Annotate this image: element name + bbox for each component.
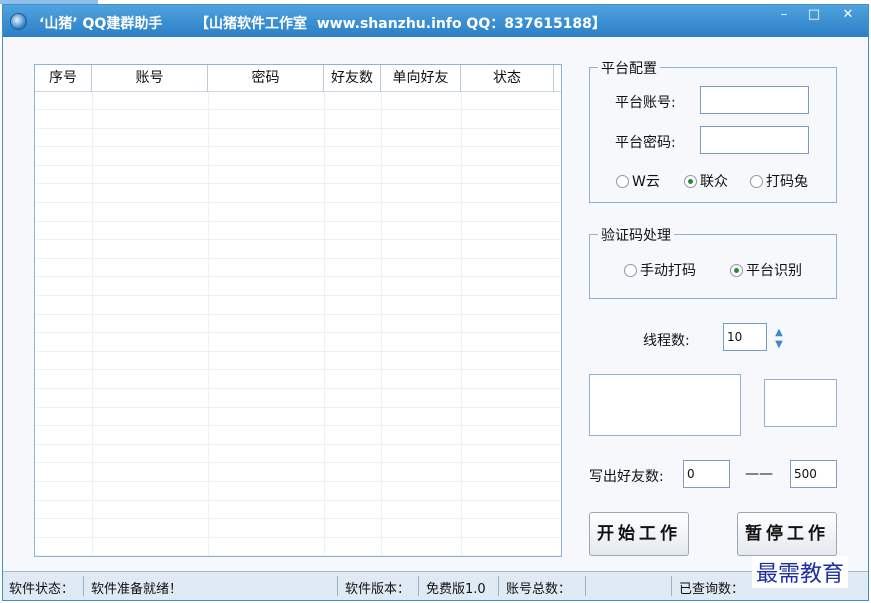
range-dash: —— — [745, 466, 773, 482]
account-total-label: 账号总数： — [506, 582, 572, 597]
table-row[interactable] — [35, 204, 561, 222]
column-header-account[interactable]: 账号 — [92, 65, 208, 92]
table-row[interactable] — [35, 483, 561, 501]
table-row[interactable] — [35, 501, 561, 520]
friends-max-input[interactable]: 500 — [790, 460, 837, 488]
app-logo-icon — [10, 13, 27, 30]
title-bar[interactable]: ‘山猪’ QQ建群助手 【山猪软件工作室 www.shanzhu.info QQ… — [3, 5, 868, 37]
radio-wyun-label: W云 — [632, 174, 660, 190]
table-row[interactable] — [35, 538, 561, 557]
table-row[interactable] — [35, 390, 561, 408]
minimize-button[interactable]: – — [771, 7, 797, 25]
chevron-down-icon[interactable]: ▼ — [771, 339, 787, 351]
window-title-info: 【山猪软件工作室 www.shanzhu.info QQ：837615188】 — [195, 16, 606, 32]
table-row[interactable] — [35, 185, 561, 203]
grid-line — [381, 92, 382, 556]
radio-platform-captcha-label: 平台识别 — [746, 263, 802, 279]
radio-icon — [616, 175, 629, 188]
status-separator — [671, 576, 672, 596]
table-row[interactable] — [35, 259, 561, 278]
table-row[interactable] — [35, 464, 561, 482]
platform-password-label: 平台密码: — [615, 135, 676, 151]
radio-manual-captcha[interactable]: 手动打码 — [624, 260, 696, 280]
table-row[interactable] — [35, 371, 561, 389]
version-value: 免费版1.0 — [426, 582, 486, 597]
platform-password-input[interactable] — [700, 126, 809, 154]
platform-account-label: 平台账号: — [615, 95, 676, 111]
pause-work-button[interactable]: 暂停工作 — [737, 512, 837, 556]
status-separator — [585, 576, 586, 596]
thread-count-label: 线程数: — [643, 333, 690, 349]
status-separator — [498, 576, 499, 596]
table-row[interactable] — [35, 334, 561, 352]
column-header-friend-count[interactable]: 好友数 — [324, 65, 381, 92]
status-separator — [83, 576, 84, 596]
column-header-status[interactable]: 状态 — [461, 65, 554, 92]
column-header-index[interactable]: 序号 — [35, 65, 92, 92]
friends-min-input[interactable]: 0 — [683, 460, 730, 488]
version-label: 软件版本： — [345, 582, 411, 597]
table-row[interactable] — [35, 445, 561, 464]
table-row[interactable] — [35, 92, 561, 110]
grid-line — [324, 92, 325, 556]
thread-count-spinner[interactable]: ▲ ▼ — [771, 327, 787, 353]
account-table[interactable]: 序号 账号 密码 好友数 单向好友 状态 — [34, 64, 562, 557]
captcha-group-title: 验证码处理 — [598, 225, 674, 245]
captcha-image-box — [589, 374, 741, 436]
grid-line — [208, 92, 209, 556]
table-row[interactable] — [35, 278, 561, 296]
friends-output-label: 写出好友数: — [589, 469, 664, 485]
radio-damatu[interactable]: 打码兔 — [750, 171, 808, 191]
radio-manual-captcha-label: 手动打码 — [640, 263, 696, 279]
platform-config-group: 平台配置 平台账号: 平台密码: W云 联众 打码兔 — [589, 58, 837, 203]
maximize-button[interactable]: □ — [801, 7, 827, 25]
radio-lianzhong-label: 联众 — [700, 174, 728, 190]
queried-count-label: 已查询数： — [679, 582, 745, 597]
table-row[interactable] — [35, 352, 561, 371]
radio-selected-icon — [684, 175, 697, 188]
column-header-password[interactable]: 密码 — [208, 65, 324, 92]
table-row[interactable] — [35, 111, 561, 129]
close-button[interactable]: ✕ — [835, 7, 861, 25]
table-row[interactable] — [35, 520, 561, 538]
table-row[interactable] — [35, 408, 561, 427]
radio-wyun[interactable]: W云 — [616, 171, 660, 191]
table-row[interactable] — [35, 148, 561, 166]
grid-line — [461, 92, 462, 556]
watermark-text: 最需教育 — [752, 556, 849, 588]
status-separator — [418, 576, 419, 596]
table-row[interactable] — [35, 297, 561, 315]
table-header: 序号 账号 密码 好友数 单向好友 状态 — [35, 65, 561, 92]
radio-selected-icon — [730, 264, 743, 277]
radio-icon — [624, 264, 637, 277]
chevron-up-icon[interactable]: ▲ — [771, 327, 787, 339]
radio-platform-captcha[interactable]: 平台识别 — [730, 260, 802, 280]
table-row[interactable] — [35, 222, 561, 241]
captcha-group: 验证码处理 手动打码 平台识别 — [589, 225, 837, 299]
start-work-button[interactable]: 开始工作 — [589, 512, 689, 556]
grid-line — [92, 92, 93, 556]
platform-account-input[interactable] — [700, 86, 809, 114]
status-value: 软件准备就绪！ — [91, 582, 183, 597]
table-row[interactable] — [35, 241, 561, 259]
table-row[interactable] — [35, 129, 561, 148]
table-row[interactable] — [35, 427, 561, 445]
radio-icon — [750, 175, 763, 188]
status-bar: 软件状态： 软件准备就绪！ 软件版本： 免费版1.0 账号总数： 已查询数： — [3, 571, 868, 600]
captcha-answer-input[interactable] — [764, 379, 837, 427]
radio-damatu-label: 打码兔 — [766, 174, 808, 190]
table-row[interactable] — [35, 315, 561, 334]
window-title: ‘山猪’ QQ建群助手 — [39, 16, 163, 32]
platform-config-title: 平台配置 — [598, 58, 660, 78]
column-header-one-way-friends[interactable]: 单向好友 — [381, 65, 461, 92]
status-label: 软件状态： — [9, 582, 75, 597]
status-separator — [337, 576, 338, 596]
radio-lianzhong[interactable]: 联众 — [684, 171, 728, 191]
app-window: ‘山猪’ QQ建群助手 【山猪软件工作室 www.shanzhu.info QQ… — [2, 4, 869, 601]
thread-count-input[interactable]: 10 — [723, 323, 767, 351]
table-row[interactable] — [35, 166, 561, 185]
